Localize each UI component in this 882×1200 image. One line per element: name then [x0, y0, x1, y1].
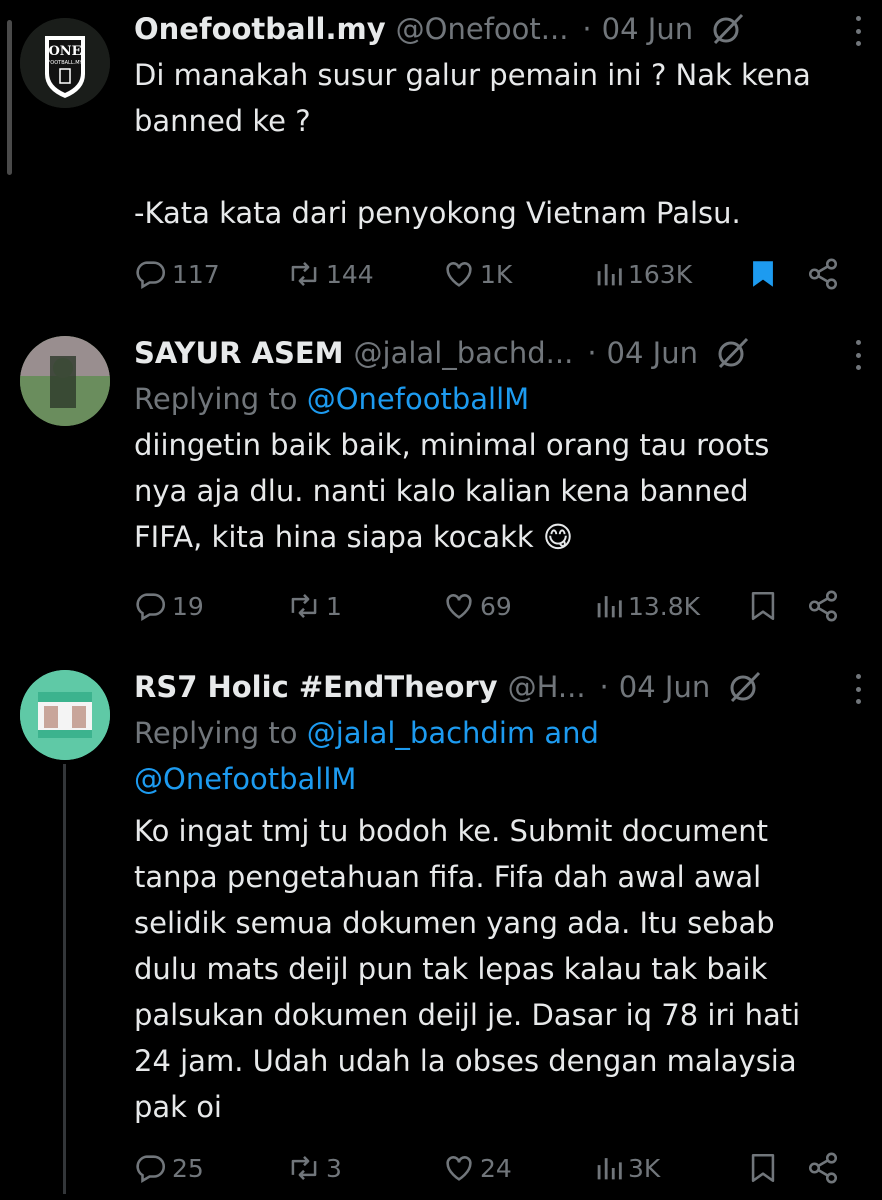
grok-icon[interactable]: [716, 336, 750, 370]
grok-icon[interactable]: [728, 670, 762, 704]
repost-icon: [291, 594, 317, 618]
tweet-actions: 19 1 69 13.8K: [134, 586, 862, 626]
views-button[interactable]: 13.8K: [594, 586, 700, 626]
replying-to-label: Replying to: [134, 716, 298, 750]
tweet-content: RS7 Holic #EndTheory @H... · 04 Jun Repl…: [134, 664, 862, 1130]
share-icon: [808, 590, 838, 622]
profile-photo: [20, 336, 110, 426]
replying-to-label: Replying to: [134, 382, 298, 416]
handle[interactable]: @jalal_bachd...: [354, 336, 574, 370]
heart-icon: [446, 262, 472, 287]
reply-button[interactable]: 19: [134, 586, 204, 626]
reply-button[interactable]: 117: [134, 254, 220, 294]
svg-text:ONE: ONE: [48, 44, 81, 59]
like-button[interactable]: 1K: [442, 254, 512, 294]
reply-count: 19: [172, 591, 204, 621]
tweet-sayur-asem[interactable]: SAYUR ASEM @jalal_bachd... · 04 Jun Repl…: [0, 330, 882, 640]
avatar-onefootball[interactable]: ONE FOOTBALL.MY: [20, 18, 110, 108]
tweet-content: Onefootball.my @Onefoot... · 04 Jun Di m…: [134, 6, 862, 236]
reply-icon: [136, 1155, 166, 1184]
views-icon: [597, 596, 622, 618]
more-options-icon[interactable]: [854, 340, 862, 370]
tweet-text: Di manakah susur galur pemain ini ? Nak …: [134, 58, 811, 230]
tweet-header: RS7 Holic #EndTheory @H... · 04 Jun: [134, 664, 862, 710]
display-name[interactable]: SAYUR ASEM: [134, 336, 344, 370]
bookmark-filled-icon: [753, 261, 773, 287]
tweet-date[interactable]: 04 Jun: [607, 336, 698, 370]
bookmark-icon: [751, 591, 775, 621]
repost-icon: [291, 262, 317, 286]
reply-icon: [136, 261, 166, 290]
bookmark-icon: [751, 1153, 775, 1183]
views-button[interactable]: 3K: [594, 1148, 660, 1188]
tweet-actions: 25 3 24 3K: [134, 1148, 862, 1188]
views-icon: [597, 1158, 622, 1180]
separator-dot: ·: [587, 336, 597, 370]
tweet-date[interactable]: 04 Jun: [602, 12, 693, 46]
views-count: 3K: [628, 1153, 661, 1183]
like-count: 69: [480, 591, 512, 621]
bookmark-button[interactable]: [746, 254, 780, 294]
views-icon: [597, 264, 622, 286]
share-button[interactable]: [806, 254, 840, 294]
repost-count: 144: [326, 259, 374, 289]
more-options-icon[interactable]: [854, 674, 862, 704]
avatar-sayur-asem[interactable]: [20, 336, 110, 426]
repost-button[interactable]: 3: [286, 1148, 342, 1188]
replying-to: Replying to @jalal_bachdim and @Onefootb…: [134, 710, 862, 802]
tweet-text: Ko ingat tmj tu bodoh ke. Submit documen…: [134, 814, 801, 1124]
tweet-rs7-holic[interactable]: RS7 Holic #EndTheory @H... · 04 Jun Repl…: [0, 664, 882, 1200]
svg-text:FOOTBALL.MY: FOOTBALL.MY: [47, 60, 83, 66]
separator-dot: ·: [582, 12, 592, 46]
onefootball-logo: ONE FOOTBALL.MY: [20, 18, 110, 108]
tweet-header: Onefootball.my @Onefoot... · 04 Jun: [134, 6, 862, 52]
display-name[interactable]: RS7 Holic #EndTheory: [134, 670, 498, 704]
bookmark-button[interactable]: [746, 1148, 780, 1188]
like-button[interactable]: 24: [442, 1148, 512, 1188]
repost-icon: [291, 1156, 317, 1180]
handle[interactable]: @Onefoot...: [396, 12, 569, 46]
views-count: 13.8K: [628, 591, 701, 621]
repost-button[interactable]: 1: [286, 586, 342, 626]
more-options-icon[interactable]: [854, 16, 862, 46]
views-count: 163K: [628, 259, 693, 289]
like-button[interactable]: 69: [442, 586, 512, 626]
display-name[interactable]: Onefootball.my: [134, 12, 386, 46]
share-icon: [808, 258, 838, 290]
share-icon: [808, 1152, 838, 1184]
repost-button[interactable]: 144: [286, 254, 374, 294]
repost-count: 1: [326, 591, 342, 621]
tweet-text: diingetin baik baik, minimal orang tau r…: [134, 428, 770, 554]
views-button[interactable]: 163K: [594, 254, 692, 294]
handle[interactable]: @H...: [508, 670, 586, 704]
avatar-rs7-holic[interactable]: [20, 670, 110, 760]
profile-photo: [20, 670, 110, 760]
reply-count: 117: [172, 259, 220, 289]
share-button[interactable]: [806, 586, 840, 626]
share-button[interactable]: [806, 1148, 840, 1188]
repost-count: 3: [326, 1153, 342, 1183]
reply-button[interactable]: 25: [134, 1148, 204, 1188]
heart-icon: [446, 594, 472, 619]
reply-icon: [136, 593, 166, 622]
like-count: 1K: [480, 259, 513, 289]
reply-count: 25: [172, 1153, 204, 1183]
like-count: 24: [480, 1153, 512, 1183]
tweet-actions: 117 144 1K 163K: [134, 254, 862, 294]
tweet-header: SAYUR ASEM @jalal_bachd... · 04 Jun: [134, 330, 862, 376]
tweet-onefootball[interactable]: ONE FOOTBALL.MY Onefootball.my @Onefoot.…: [0, 6, 882, 306]
tweet-content: SAYUR ASEM @jalal_bachd... · 04 Jun Repl…: [134, 330, 862, 560]
bookmark-button[interactable]: [746, 586, 780, 626]
replying-to: Replying to @OnefootballM: [134, 376, 862, 422]
separator-dot: ·: [599, 670, 609, 704]
tweet-date[interactable]: 04 Jun: [619, 670, 710, 704]
grok-icon[interactable]: [711, 12, 745, 46]
heart-icon: [446, 1156, 472, 1181]
replying-to-link[interactable]: @OnefootballM: [307, 382, 529, 416]
